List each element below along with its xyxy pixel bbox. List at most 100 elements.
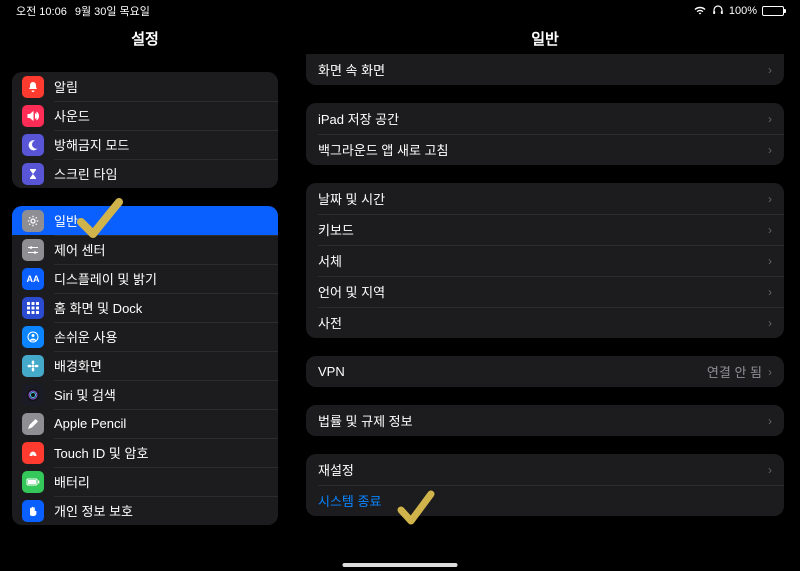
- sidebar-title: 설정: [0, 22, 290, 54]
- sidebar-item[interactable]: 방해금지 모드: [12, 130, 278, 159]
- status-time: 오전 10:06: [16, 3, 67, 19]
- sidebar-item[interactable]: AA 디스플레이 및 밝기: [12, 264, 278, 293]
- status-bar: 오전 10:06 9월 30일 목요일 100%: [0, 0, 800, 22]
- detail-item[interactable]: 화면 속 화면›: [306, 54, 784, 85]
- sidebar-item-label: Apple Pencil: [54, 416, 268, 431]
- chevron-right-icon: ›: [768, 223, 772, 237]
- sidebar-item-label: 사운드: [54, 106, 268, 125]
- detail-group: 법률 및 규제 정보›: [306, 405, 784, 436]
- detail-group: 화면 속 화면›: [306, 54, 784, 85]
- detail-item-value: 연결 안 됨: [707, 362, 762, 381]
- detail-item[interactable]: 시스템 종료: [306, 485, 784, 516]
- detail-item-label: 화면 속 화면: [318, 60, 768, 79]
- chevron-right-icon: ›: [768, 414, 772, 428]
- sidebar-item-label: 방해금지 모드: [54, 135, 268, 154]
- finger-icon: [22, 442, 44, 464]
- detail-item-label: 백그라운드 앱 새로 고침: [318, 140, 768, 159]
- sidebar-item[interactable]: Apple Pencil: [12, 409, 278, 438]
- detail-group: iPad 저장 공간›백그라운드 앱 새로 고침›: [306, 103, 784, 165]
- sidebar-item[interactable]: 제어 센터: [12, 235, 278, 264]
- sidebar-item[interactable]: 일반: [12, 206, 278, 235]
- status-date: 9월 30일 목요일: [75, 3, 150, 19]
- detail-title: 일반: [290, 22, 800, 54]
- chevron-right-icon: ›: [768, 365, 772, 379]
- detail-item-label: 사전: [318, 313, 768, 332]
- sidebar-item-label: 제어 센터: [54, 240, 268, 259]
- sidebar-item-label: 홈 화면 및 Dock: [54, 298, 268, 317]
- detail-item-label: 서체: [318, 251, 768, 270]
- sidebar-item-label: Siri 및 검색: [54, 385, 268, 404]
- wifi-icon: [693, 5, 707, 18]
- detail-group: 날짜 및 시간›키보드›서체›언어 및 지역›사전›: [306, 183, 784, 338]
- sidebar-item[interactable]: 배경화면: [12, 351, 278, 380]
- detail-item[interactable]: 키보드›: [306, 214, 784, 245]
- settings-sidebar: 설정 알림사운드방해금지 모드스크린 타임 일반제어 센터 AA 디스플레이 및 밝…: [0, 22, 290, 571]
- home-indicator: [343, 563, 458, 567]
- sidebar-item-label: 일반: [54, 211, 268, 230]
- chevron-right-icon: ›: [768, 63, 772, 77]
- sidebar-item-label: 손쉬운 사용: [54, 327, 268, 346]
- sidebar-item[interactable]: 알림: [12, 72, 278, 101]
- sidebar-item-label: 알림: [54, 77, 268, 96]
- switches-icon: [22, 239, 44, 261]
- detail-item[interactable]: iPad 저장 공간›: [306, 103, 784, 134]
- chevron-right-icon: ›: [768, 143, 772, 157]
- flower-icon: [22, 355, 44, 377]
- detail-item-label: VPN: [318, 364, 707, 379]
- sidebar-group-2: 일반제어 센터 AA 디스플레이 및 밝기홈 화면 및 Dock 손쉬운 사용배경화면…: [12, 206, 278, 525]
- person-icon: [22, 326, 44, 348]
- gear-icon: [22, 210, 44, 232]
- sidebar-item[interactable]: 손쉬운 사용: [12, 322, 278, 351]
- detail-item[interactable]: 사전›: [306, 307, 784, 338]
- detail-pane: 일반 화면 속 화면›iPad 저장 공간›백그라운드 앱 새로 고침›날짜 및…: [290, 22, 800, 571]
- headphones-icon: [712, 4, 724, 18]
- detail-item-label: 재설정: [318, 460, 768, 479]
- hand-icon: [22, 500, 44, 522]
- chevron-right-icon: ›: [768, 316, 772, 330]
- detail-item-label: 시스템 종료: [318, 491, 772, 510]
- moon-icon: [22, 134, 44, 156]
- detail-item[interactable]: 날짜 및 시간›: [306, 183, 784, 214]
- chevron-right-icon: ›: [768, 463, 772, 477]
- detail-group: 재설정› 시스템 종료: [306, 454, 784, 516]
- AA-icon: AA: [22, 268, 44, 290]
- sidebar-item[interactable]: Touch ID 및 암호: [12, 438, 278, 467]
- detail-item-label: 언어 및 지역: [318, 282, 768, 301]
- grid-icon: [22, 297, 44, 319]
- detail-item-label: iPad 저장 공간: [318, 109, 768, 128]
- sidebar-item-label: Touch ID 및 암호: [54, 443, 268, 462]
- sidebar-item-label: 개인 정보 보호: [54, 501, 268, 520]
- detail-item[interactable]: 백그라운드 앱 새로 고침›: [306, 134, 784, 165]
- battery-percent: 100%: [729, 5, 757, 17]
- detail-item-label: 법률 및 규제 정보: [318, 411, 768, 430]
- sidebar-item[interactable]: 배터리: [12, 467, 278, 496]
- detail-item[interactable]: VPN연결 안 됨 ›: [306, 356, 784, 387]
- sidebar-item[interactable]: 스크린 타임: [12, 159, 278, 188]
- pencil-icon: [22, 413, 44, 435]
- sidebar-item[interactable]: Siri 및 검색: [12, 380, 278, 409]
- sidebar-item[interactable]: 홈 화면 및 Dock: [12, 293, 278, 322]
- bell-icon: [22, 76, 44, 98]
- chevron-right-icon: ›: [768, 112, 772, 126]
- sidebar-item[interactable]: 개인 정보 보호: [12, 496, 278, 525]
- battery-icon: [22, 471, 44, 493]
- hourglass-icon: [22, 163, 44, 185]
- detail-item-label: 날짜 및 시간: [318, 189, 768, 208]
- detail-item-label: 키보드: [318, 220, 768, 239]
- battery-icon: [762, 6, 784, 16]
- speaker-icon: [22, 105, 44, 127]
- sidebar-item-label: 스크린 타임: [54, 164, 268, 183]
- detail-item[interactable]: 서체›: [306, 245, 784, 276]
- detail-group: VPN연결 안 됨 ›: [306, 356, 784, 387]
- chevron-right-icon: ›: [768, 254, 772, 268]
- detail-item[interactable]: 재설정›: [306, 454, 784, 485]
- detail-item[interactable]: 법률 및 규제 정보›: [306, 405, 784, 436]
- siri-icon: [22, 384, 44, 406]
- sidebar-group-1: 알림사운드방해금지 모드스크린 타임: [12, 72, 278, 188]
- detail-item[interactable]: 언어 및 지역›: [306, 276, 784, 307]
- chevron-right-icon: ›: [768, 192, 772, 206]
- sidebar-item-label: 배터리: [54, 472, 268, 491]
- sidebar-item-label: 디스플레이 및 밝기: [54, 269, 268, 288]
- sidebar-item-label: 배경화면: [54, 356, 268, 375]
- sidebar-item[interactable]: 사운드: [12, 101, 278, 130]
